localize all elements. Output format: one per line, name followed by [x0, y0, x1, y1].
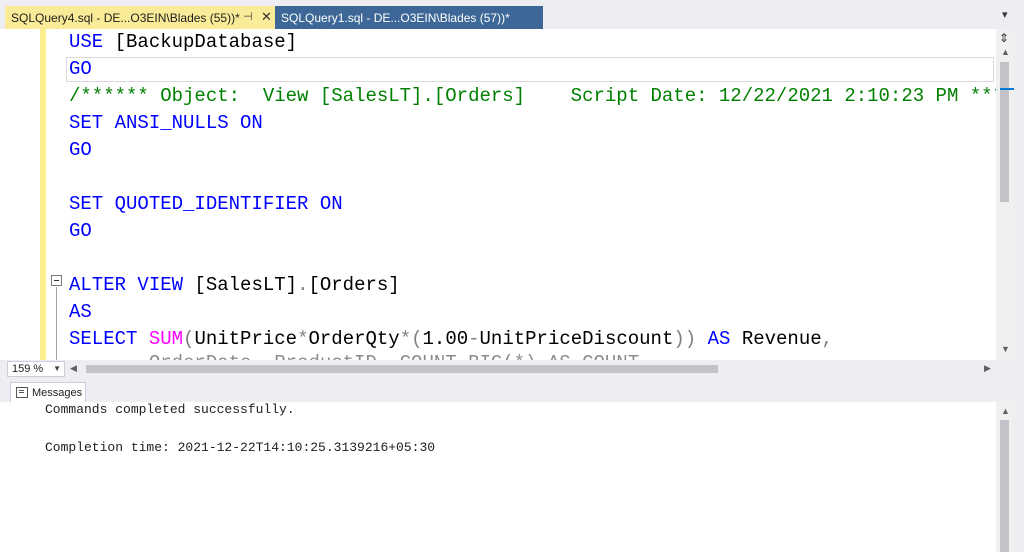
- results-tab-strip: Messages: [0, 378, 1024, 402]
- chevron-down-icon: ▼: [53, 364, 61, 373]
- operator: -: [468, 328, 480, 350]
- tab-label: SQLQuery1.sql - DE...O3EIN\Blades (57))*: [281, 10, 510, 25]
- window-right-edge: [1014, 29, 1024, 552]
- identifier: [BackupDatabase]: [103, 31, 298, 53]
- code-line: GO: [69, 58, 92, 80]
- operator: (: [411, 328, 423, 350]
- change-tracking-bar: [40, 29, 46, 360]
- identifier: UnitPrice: [194, 328, 298, 350]
- code-line: SELECT SUM(UnitPrice*OrderQty*(1.00-Unit…: [69, 326, 833, 353]
- operator: *: [297, 328, 309, 350]
- split-icon[interactable]: ⇕: [999, 31, 1009, 45]
- close-icon[interactable]: ✕: [261, 9, 272, 25]
- keyword: AS: [707, 328, 731, 350]
- tab-label: Messages: [32, 386, 83, 399]
- messages-pane[interactable]: Commands completed successfully. Complet…: [0, 402, 996, 552]
- code-line: GO: [69, 220, 92, 242]
- query-editor[interactable]: USE [BackupDatabase] GO /****** Object: …: [0, 29, 996, 360]
- code-line: AS: [69, 301, 92, 323]
- operator: ,: [821, 328, 834, 350]
- tab-sqlquery1[interactable]: SQLQuery1.sql - DE...O3EIN\Blades (57))*: [275, 6, 543, 29]
- identifier: Revenue: [741, 328, 822, 350]
- operator: *: [399, 328, 412, 350]
- function: SUM: [148, 328, 184, 350]
- tab-messages[interactable]: Messages: [10, 382, 86, 402]
- fold-guide: [56, 287, 57, 360]
- identifier: [SalesLT]: [183, 274, 298, 296]
- identifier: [Orders]: [308, 274, 400, 296]
- zoom-value: 159 %: [12, 363, 44, 375]
- number: 1.00: [422, 328, 469, 350]
- scroll-thumb[interactable]: [1000, 62, 1009, 202]
- editor-zoom-bar: 159 % ▼ ◀ ▶: [0, 360, 1024, 378]
- horizontal-scroll-thumb[interactable]: [86, 365, 718, 373]
- code-line-partial: OrderDate, ProductID, COUNT_BIG(*) AS CO…: [69, 350, 639, 360]
- code-line: GO: [69, 139, 92, 161]
- code-line: SET QUOTED_IDENTIFIER ON: [69, 193, 343, 215]
- scroll-right-icon[interactable]: ▶: [984, 363, 991, 374]
- tab-label: SQLQuery4.sql - DE...O3EIN\Blades (55))*: [11, 10, 240, 25]
- tab-list-dropdown-icon[interactable]: ▾: [1002, 8, 1008, 21]
- operator: )): [673, 328, 697, 350]
- current-line-highlight: [66, 57, 994, 82]
- operator: (: [183, 328, 195, 350]
- collapse-icon[interactable]: [51, 275, 62, 286]
- editor-vertical-scrollbar[interactable]: ⇕ ▲ ▼: [996, 29, 1014, 360]
- code-comment: /****** Object: View [SalesLT].[Orders] …: [69, 85, 996, 107]
- code-line: ALTER VIEW [SalesLT].[Orders]: [69, 272, 400, 299]
- identifier: OrderQty: [308, 328, 400, 350]
- tab-sqlquery4[interactable]: SQLQuery4.sql - DE...O3EIN\Blades (55))*…: [5, 6, 275, 29]
- ssms-window: SQLQuery4.sql - DE...O3EIN\Blades (55))*…: [0, 0, 1024, 552]
- scroll-left-icon[interactable]: ◀: [70, 363, 77, 374]
- messages-vertical-scrollbar[interactable]: ▲: [996, 402, 1014, 552]
- messages-icon: [16, 387, 28, 398]
- line-gutter: [0, 29, 40, 360]
- keyword: SELECT: [69, 328, 138, 350]
- message-line: Commands completed successfully.: [45, 402, 295, 417]
- scroll-thumb[interactable]: [1000, 420, 1009, 552]
- message-line: Completion time: 2021-12-22T14:10:25.313…: [45, 440, 436, 455]
- keyword: ALTER VIEW: [69, 274, 184, 296]
- identifier: UnitPriceDiscount: [479, 328, 674, 350]
- document-tab-strip: SQLQuery4.sql - DE...O3EIN\Blades (55))*…: [0, 0, 1024, 29]
- operator: .: [297, 274, 309, 296]
- code-line: SET ANSI_NULLS ON: [69, 112, 263, 134]
- scroll-up-icon[interactable]: ▲: [1001, 406, 1010, 416]
- code-line: USE [BackupDatabase]: [69, 29, 297, 56]
- keyword: USE: [69, 31, 104, 53]
- scroll-up-icon[interactable]: ▲: [1001, 47, 1010, 57]
- zoom-select[interactable]: 159 % ▼: [7, 361, 65, 377]
- scroll-down-icon[interactable]: ▼: [1001, 344, 1010, 354]
- pin-icon[interactable]: ⊣: [243, 10, 253, 23]
